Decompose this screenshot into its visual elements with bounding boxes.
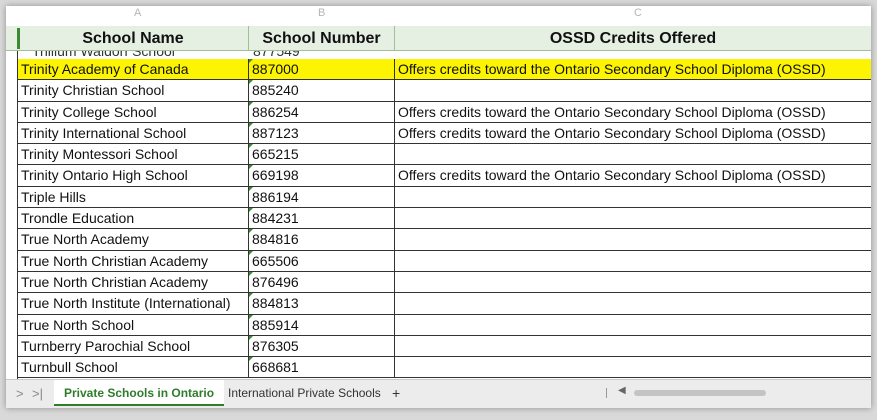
number-format-indicator bbox=[249, 250, 253, 255]
table-row: Trondle Education 884231 bbox=[18, 208, 871, 230]
tab-private-schools-ontario[interactable]: Private Schools in Ontario bbox=[54, 380, 225, 406]
partial-row-number[interactable]: 877549 bbox=[253, 51, 300, 59]
ossd-credits-cell[interactable] bbox=[395, 251, 871, 271]
ossd-credits-cell[interactable] bbox=[395, 208, 871, 228]
table-row: True North Institute (International) 8848… bbox=[18, 293, 871, 315]
school-name-cell[interactable]: True North School bbox=[18, 314, 249, 335]
ossd-credits-cell[interactable] bbox=[395, 144, 871, 164]
spreadsheet-window: A B C School Name School Number OSSD Cre… bbox=[6, 6, 871, 408]
data-grid: Trinity Academy of Canada 887000 Offers cr… bbox=[18, 59, 871, 379]
school-name-cell[interactable]: Trinity Montessori School bbox=[18, 144, 249, 165]
header-school-name[interactable]: School Name bbox=[18, 26, 249, 51]
school-name-cell[interactable]: Trinity International School bbox=[18, 122, 249, 144]
school-name-cell[interactable]: True North Christian Academy bbox=[18, 271, 249, 293]
table-row: True North School 885914 bbox=[18, 314, 871, 336]
number-format-indicator bbox=[249, 271, 253, 276]
number-format-indicator bbox=[249, 229, 253, 234]
tab-international-private-schools[interactable]: International Private Schools bbox=[218, 380, 391, 406]
school-name-cell[interactable]: Trinity Academy of Canada bbox=[18, 59, 249, 80]
ossd-credits-cell[interactable]: Offers credits toward the Ontario Second… bbox=[395, 123, 871, 143]
school-name-cell[interactable]: True North Academy bbox=[18, 229, 249, 250]
school-number-cell[interactable]: 884231 bbox=[249, 208, 395, 229]
number-format-indicator bbox=[249, 59, 253, 63]
partial-row-name[interactable]: Trillium Waldorf School bbox=[32, 51, 175, 59]
school-number-cell[interactable]: 886254 bbox=[249, 101, 395, 122]
school-number-cell[interactable]: 884813 bbox=[249, 293, 395, 314]
number-format-indicator bbox=[249, 357, 253, 362]
number-format-indicator bbox=[249, 122, 253, 127]
school-number-cell[interactable]: 885914 bbox=[249, 314, 395, 335]
table-row: True North Christian Academy 876496 bbox=[18, 271, 871, 294]
table-row: True North Christian Academy 665506 bbox=[18, 250, 871, 272]
school-name-cell[interactable]: Trinity Ontario High School bbox=[18, 165, 249, 186]
table-row: Triple Hills 886194 bbox=[18, 186, 871, 209]
number-format-indicator bbox=[249, 293, 253, 298]
number-format-indicator bbox=[249, 208, 253, 213]
school-number-cell[interactable]: 886194 bbox=[249, 186, 395, 208]
number-format-indicator bbox=[249, 335, 253, 340]
table-row: Trinity International School 887123 Offers… bbox=[18, 122, 871, 145]
ossd-credits-cell[interactable] bbox=[395, 357, 871, 377]
table-row: Turnbull School 668681 bbox=[18, 357, 871, 379]
school-name-cell[interactable]: Turnbull School bbox=[18, 357, 249, 378]
school-name-cell[interactable]: True North Institute (International) bbox=[18, 293, 249, 314]
ossd-credits-cell[interactable] bbox=[395, 187, 871, 207]
ossd-credits-cell[interactable] bbox=[395, 293, 871, 313]
number-format-indicator bbox=[249, 314, 253, 319]
column-letter-b[interactable]: B bbox=[318, 7, 325, 19]
school-number-cell[interactable]: 876305 bbox=[249, 335, 395, 357]
table-row: True North Academy 884816 bbox=[18, 229, 871, 251]
frozen-pane-marker bbox=[17, 28, 20, 49]
ossd-credits-cell[interactable] bbox=[395, 80, 871, 100]
number-format-indicator bbox=[249, 144, 253, 149]
table-row: Trinity College School 886254 Offers credi… bbox=[18, 101, 871, 123]
school-name-cell[interactable]: Trinity College School bbox=[18, 101, 249, 122]
school-name-cell[interactable]: True North Christian Academy bbox=[18, 250, 249, 271]
column-letter-c[interactable]: C bbox=[634, 7, 642, 19]
add-sheet-button[interactable]: + bbox=[382, 380, 410, 406]
table-row: Turnberry Parochial School 876305 bbox=[18, 335, 871, 358]
ossd-credits-cell[interactable] bbox=[395, 315, 871, 335]
school-name-cell[interactable]: Triple Hills bbox=[18, 186, 249, 208]
sheet-tab-bar: > >| Private Schools in Ontario Internat… bbox=[6, 379, 871, 408]
header-ossd-credits[interactable]: OSSD Credits Offered bbox=[395, 26, 871, 51]
ossd-credits-cell[interactable] bbox=[395, 229, 871, 249]
tab-scroll-next-icon[interactable]: > bbox=[16, 386, 24, 401]
school-number-cell[interactable]: 887123 bbox=[249, 122, 395, 144]
school-number-cell[interactable]: 885240 bbox=[249, 80, 395, 101]
column-letter-a[interactable]: A bbox=[134, 7, 141, 19]
table-row: Trinity Academy of Canada 887000 Offers cr… bbox=[18, 59, 871, 81]
school-number-cell[interactable]: 876496 bbox=[249, 271, 395, 293]
number-format-indicator bbox=[249, 101, 253, 106]
ossd-credits-cell[interactable]: Offers credits toward the Ontario Second… bbox=[395, 59, 871, 79]
number-format-indicator bbox=[249, 186, 253, 191]
school-number-cell[interactable]: 665506 bbox=[249, 250, 395, 271]
ossd-credits-cell[interactable]: Offers credits toward the Ontario Second… bbox=[395, 165, 871, 185]
scroll-left-icon[interactable]: ◀ bbox=[618, 385, 626, 396]
column-letter-bar: A B C bbox=[6, 6, 871, 26]
ossd-credits-cell[interactable]: Offers credits toward the Ontario Second… bbox=[395, 102, 871, 122]
school-number-cell[interactable]: 884816 bbox=[249, 229, 395, 250]
number-format-indicator bbox=[249, 80, 253, 85]
school-name-cell[interactable]: Trondle Education bbox=[18, 208, 249, 229]
scrollbar-thumb[interactable] bbox=[634, 390, 766, 396]
school-number-cell[interactable]: 668681 bbox=[249, 357, 395, 378]
table-row: Trinity Christian School 885240 bbox=[18, 80, 871, 102]
school-number-cell[interactable]: 887000 bbox=[249, 59, 395, 80]
header-row: School Name School Number OSSD Credits O… bbox=[6, 26, 871, 51]
number-format-indicator bbox=[249, 165, 253, 170]
scrollbar-divider bbox=[606, 388, 607, 398]
table-row: Trinity Ontario High School 669198 Offers … bbox=[18, 165, 871, 187]
school-name-cell[interactable]: Turnberry Parochial School bbox=[18, 335, 249, 357]
school-number-cell[interactable]: 669198 bbox=[249, 165, 395, 186]
school-number-cell[interactable]: 665215 bbox=[249, 144, 395, 165]
school-name-cell[interactable]: Trinity Christian School bbox=[18, 80, 249, 101]
partial-row: Trillium Waldorf School 877549 bbox=[6, 51, 871, 59]
ossd-credits-cell[interactable] bbox=[395, 336, 871, 356]
tab-scroll-last-icon[interactable]: >| bbox=[32, 386, 43, 401]
table-row: Trinity Montessori School 665215 bbox=[18, 144, 871, 166]
ossd-credits-cell[interactable] bbox=[395, 272, 871, 292]
header-school-number[interactable]: School Number bbox=[249, 26, 395, 51]
horizontal-scrollbar[interactable]: ◀ bbox=[606, 385, 866, 398]
